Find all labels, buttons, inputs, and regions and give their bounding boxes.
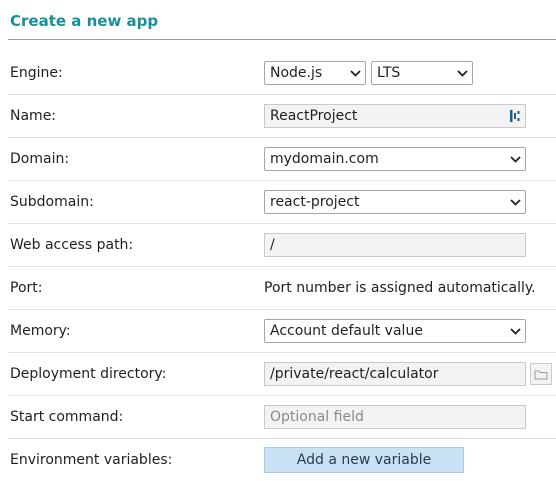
name-input[interactable]: ReactProject [264,104,526,128]
subdomain-select[interactable]: react-project [264,190,526,214]
domain-row: Domain: mydomain.com [8,138,556,181]
page-title: Create a new app [10,12,159,30]
port-row: Port: Port number is assigned automatica… [8,267,556,310]
chevron-down-icon [509,196,521,208]
memory-row: Memory: Account default value [8,310,556,353]
memory-select[interactable]: Account default value [264,319,526,343]
web-access-path-input[interactable]: / [264,233,526,257]
memory-value: Account default value [270,323,423,339]
web-access-path-row: Web access path: / [8,224,556,267]
folder-icon [534,369,548,380]
start-command-label: Start command: [10,409,124,425]
engine-row: Engine: Node.js LTS [8,52,556,95]
title-divider [8,39,556,40]
web-access-path-value: / [270,237,275,253]
chevron-down-icon [456,67,468,79]
chevron-down-icon [509,153,521,165]
engine-select[interactable]: Node.js [264,61,366,85]
deployment-directory-row: Deployment directory: /private/react/cal… [8,353,556,396]
domain-select[interactable]: mydomain.com [264,147,526,171]
deployment-directory-value: /private/react/calculator [270,366,439,382]
subdomain-value: react-project [270,194,360,210]
subdomain-label: Subdomain: [10,194,94,210]
web-access-path-label: Web access path: [10,237,134,253]
start-command-row: Start command: Optional field [8,396,556,439]
browse-folder-button[interactable] [530,363,552,385]
name-row: Name: ReactProject [8,95,556,138]
subdomain-row: Subdomain: react-project [8,181,556,224]
start-command-input[interactable]: Optional field [264,405,526,429]
deployment-directory-input[interactable]: /private/react/calculator [264,362,526,386]
engine-version-value: LTS [377,65,401,81]
engine-version-select[interactable]: LTS [371,61,473,85]
chevron-down-icon [509,325,521,337]
port-info-text: Port number is assigned automatically. [264,280,536,296]
add-variable-button[interactable]: Add a new variable [264,447,464,473]
memory-label: Memory: [10,323,71,339]
engine-value: Node.js [270,65,323,81]
environment-variables-label: Environment variables: [10,452,173,468]
chevron-down-icon [349,67,361,79]
name-label: Name: [10,108,57,124]
name-value: ReactProject [270,108,358,124]
autofill-icon[interactable] [509,109,521,123]
start-command-placeholder: Optional field [270,409,364,425]
deployment-directory-label: Deployment directory: [10,366,167,382]
engine-label: Engine: [10,65,63,81]
domain-value: mydomain.com [270,151,379,167]
environment-variables-row: Environment variables: Add a new variabl… [8,439,556,481]
port-label: Port: [10,280,43,296]
domain-label: Domain: [10,151,70,167]
